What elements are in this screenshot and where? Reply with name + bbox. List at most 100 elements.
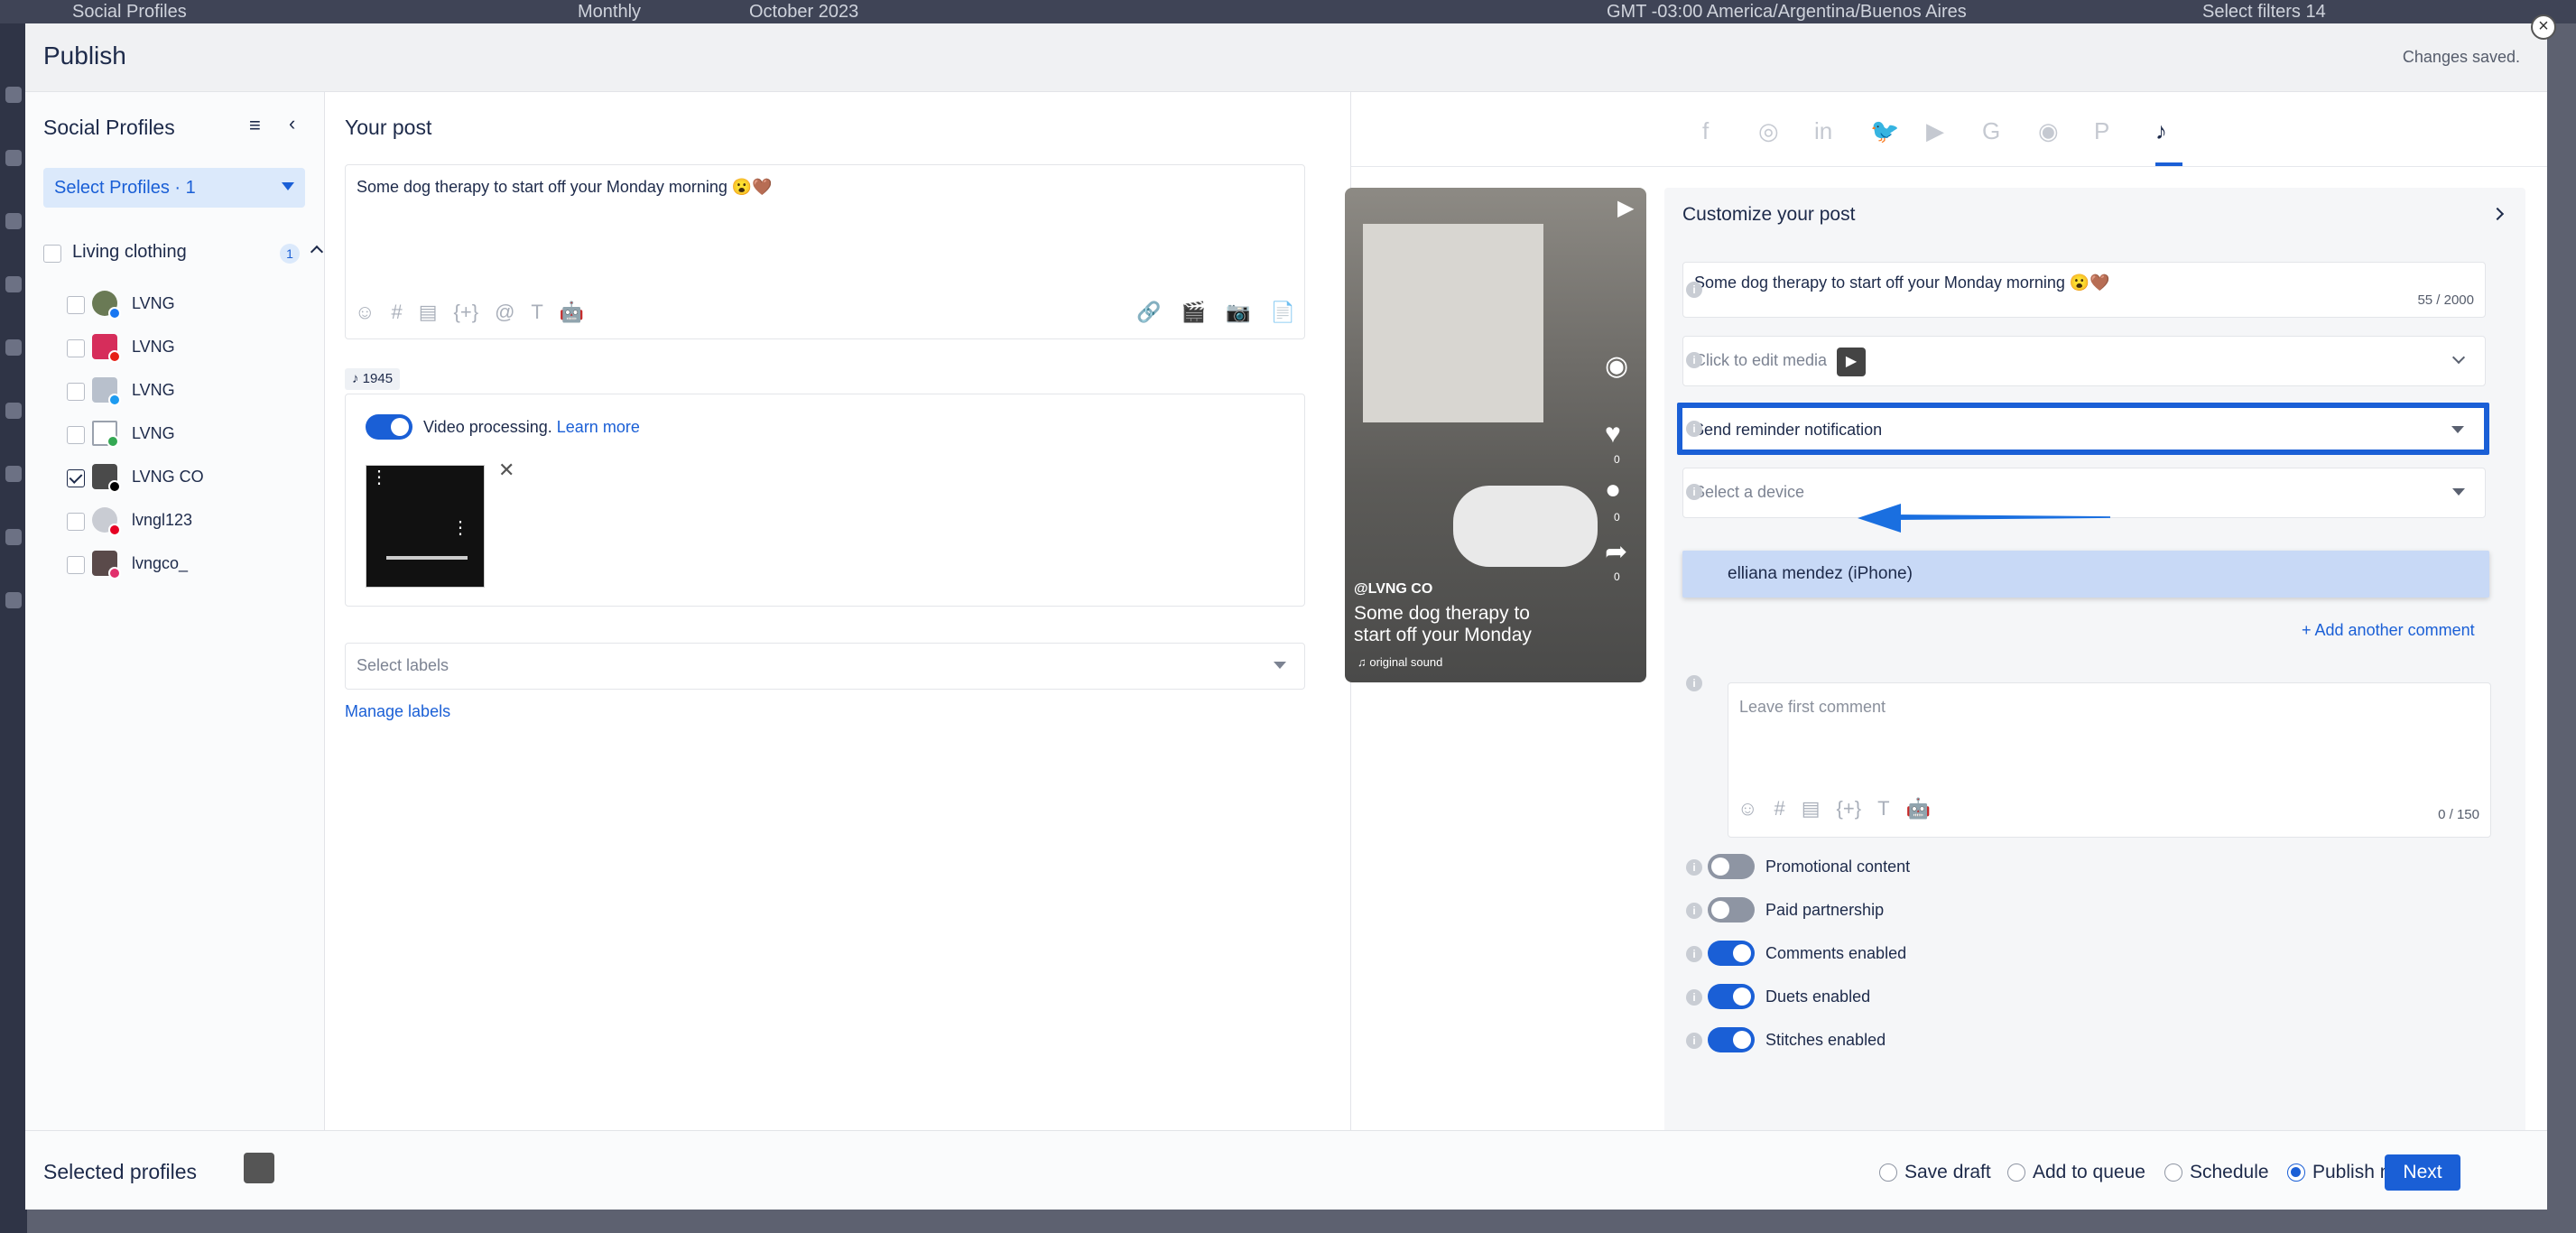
profile-checkbox[interactable] [67, 513, 85, 531]
facebook-tab-icon[interactable]: f [1702, 117, 1709, 145]
filter-icon[interactable]: ≡ [249, 114, 261, 137]
profile-checkbox[interactable] [67, 296, 85, 314]
more-icon[interactable]: ⋮ [370, 466, 388, 488]
profile-row[interactable]: lvngl123 [67, 504, 301, 540]
info-icon[interactable]: i [1686, 282, 1702, 298]
document-icon[interactable]: 📄 [1271, 301, 1295, 324]
info-icon[interactable]: i [1686, 484, 1702, 500]
play-icon[interactable]: ▶ [1617, 195, 1634, 221]
background-sidebar [0, 23, 27, 1233]
info-icon[interactable]: i [1686, 1033, 1702, 1049]
google-tab-icon[interactable]: G [1982, 117, 2000, 145]
profile-group[interactable]: Living clothing 1 [43, 240, 324, 267]
info-icon[interactable]: i [1686, 946, 1702, 962]
group-name: Living clothing [72, 242, 187, 262]
first-comment-box[interactable]: Leave first comment ☺ # ▤ {+} T 🤖 0 / 150 [1728, 682, 2491, 838]
linkedin-tab-icon[interactable]: in [1814, 117, 1832, 145]
profile-row[interactable]: LVNG [67, 287, 301, 323]
manage-labels-link[interactable]: Manage labels [345, 702, 450, 721]
chevron-down-icon[interactable] [2451, 350, 2466, 365]
info-icon[interactable]: i [1686, 859, 1702, 876]
google-icon [107, 435, 119, 448]
profile-name: LVNG [132, 381, 175, 399]
chevron-right-icon[interactable] [2490, 207, 2505, 221]
camera-icon[interactable]: 📷 [1226, 301, 1250, 324]
editor-toolbar: ☺ # ▤ {+} @ T 🤖 [355, 301, 600, 324]
profile-checkbox[interactable] [67, 339, 85, 357]
device-option[interactable]: elliana mendez (iPhone) [1682, 551, 2489, 598]
hashtag-icon[interactable]: # [391, 301, 402, 324]
instagram-tab-icon[interactable]: ◎ [1758, 117, 1779, 145]
text-format-icon[interactable]: T [1877, 797, 1889, 820]
hashtag-icon[interactable]: # [1774, 797, 1784, 820]
profile-row[interactable]: LVNG [67, 374, 301, 410]
remove-media-icon[interactable]: ✕ [498, 459, 514, 482]
video-processing-toggle[interactable] [366, 414, 412, 440]
next-button[interactable]: Next [2385, 1154, 2460, 1191]
mention-icon[interactable]: @ [495, 301, 514, 324]
text-format-icon[interactable]: T [531, 301, 542, 324]
comment-toolbar: ☺ # ▤ {+} T 🤖 [1737, 797, 1947, 820]
group-checkbox[interactable] [43, 245, 61, 263]
info-icon[interactable]: i [1686, 352, 1702, 368]
info-icon[interactable]: i [1686, 675, 1702, 691]
more-icon[interactable]: ⋮ [451, 516, 469, 539]
video-thumbnail[interactable]: ⋮ ⋮ ✕ [366, 459, 514, 588]
profile-avatar-icon: ◉ [1605, 351, 1629, 381]
link-icon[interactable]: 🔗 [1136, 301, 1161, 324]
info-icon[interactable]: i [1686, 989, 1702, 1006]
select-labels-dropdown[interactable]: Select labels [345, 643, 1305, 690]
variable-icon[interactable]: {+} [1837, 797, 1862, 820]
collapse-icon[interactable]: ‹ [289, 112, 295, 135]
learn-more-link[interactable]: Learn more [557, 418, 640, 436]
chevron-up-icon[interactable] [310, 245, 324, 259]
comments-enabled-toggle[interactable] [1708, 941, 1755, 966]
profile-row[interactable]: LVNG [67, 330, 301, 366]
snippet-icon[interactable]: ▤ [419, 301, 438, 324]
select-profiles-label: Select Profiles · 1 [54, 178, 196, 198]
info-icon[interactable]: i [1686, 903, 1702, 919]
toggle-label: Comments enabled [1765, 944, 1907, 962]
youtube-tab-icon[interactable]: ▶ [1926, 117, 1944, 145]
pinterest-tab-icon[interactable]: P [2094, 117, 2109, 145]
reminder-select[interactable]: Send reminder notification [1677, 403, 2489, 455]
profile-row[interactable]: LVNG CO [67, 460, 301, 496]
stitches-enabled-toggle[interactable] [1708, 1027, 1755, 1052]
ai-assistant-icon[interactable]: 🤖 [1906, 797, 1931, 820]
tiktok-char-count: ♪ 1945 [345, 368, 401, 390]
profile-row[interactable]: LVNG [67, 417, 301, 453]
close-icon[interactable]: × [2531, 14, 2556, 40]
tiktok-tab-icon[interactable]: ♪ [2155, 117, 2167, 145]
profile-checkbox[interactable] [67, 426, 85, 444]
edit-media-field[interactable]: Click to edit media ▶ [1682, 336, 2486, 386]
youtube-icon [108, 350, 121, 363]
avatar [92, 551, 121, 579]
ai-assistant-icon[interactable]: 🤖 [560, 301, 584, 324]
select-profiles-dropdown[interactable]: Select Profiles · 1 [43, 168, 305, 208]
profile-checkbox[interactable] [67, 556, 85, 574]
publish-modal: Publish Changes saved. Social Profiles ≡… [25, 23, 2547, 1210]
profile-checkbox-checked[interactable] [67, 469, 85, 487]
duets-enabled-toggle[interactable] [1708, 984, 1755, 1009]
custom-post-text[interactable]: Some dog therapy to start off your Monda… [1694, 273, 2110, 292]
info-icon[interactable]: i [1686, 421, 1702, 437]
paid-partnership-toggle[interactable] [1708, 897, 1755, 922]
media-thumbnail-icon[interactable]: ▶ [1837, 348, 1866, 376]
post-editor[interactable]: Some dog therapy to start off your Monda… [345, 164, 1305, 339]
video-icon[interactable]: 🎬 [1181, 301, 1206, 324]
snippet-icon[interactable]: ▤ [1802, 797, 1821, 820]
profile-name: lvngco_ [132, 554, 189, 572]
twitter-tab-icon[interactable]: 🐦 [1870, 117, 1899, 145]
emoji-icon[interactable]: ☺ [1737, 797, 1757, 820]
reddit-tab-icon[interactable]: ◉ [2038, 117, 2059, 145]
edit-media-label: Click to edit media [1694, 351, 1828, 369]
emoji-icon[interactable]: ☺ [355, 301, 375, 324]
profile-row[interactable]: lvngco_ [67, 547, 301, 583]
profile-checkbox[interactable] [67, 383, 85, 401]
custom-post-text-field[interactable]: Some dog therapy to start off your Monda… [1682, 262, 2486, 318]
reminder-label: Send reminder notification [1693, 421, 1883, 439]
post-text[interactable]: Some dog therapy to start off your Monda… [357, 178, 773, 197]
promotional-content-toggle[interactable] [1708, 854, 1755, 879]
variable-icon[interactable]: {+} [454, 301, 479, 324]
add-another-comment-link[interactable]: + Add another comment [2302, 621, 2475, 640]
